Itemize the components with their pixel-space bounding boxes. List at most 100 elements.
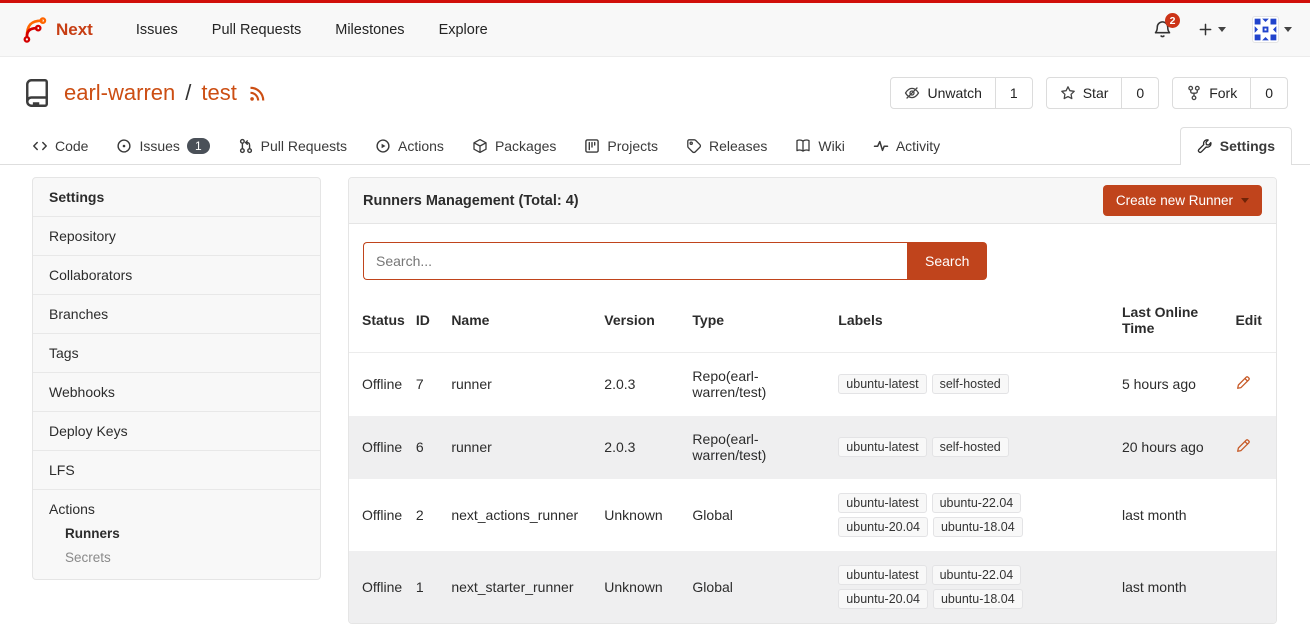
edit-runner-button[interactable] bbox=[1235, 438, 1251, 454]
notification-count-badge: 2 bbox=[1165, 13, 1180, 28]
table-row: Offline 6 runner 2.0.3 Repo(earl-warren/… bbox=[349, 416, 1276, 479]
sidebar-item-tags[interactable]: Tags bbox=[33, 334, 320, 373]
tab-label: Packages bbox=[495, 138, 556, 154]
runner-id: 7 bbox=[416, 353, 451, 416]
star-label: Star bbox=[1083, 85, 1109, 101]
unwatch-button[interactable]: Unwatch bbox=[891, 78, 994, 108]
runner-type: Repo(earl-warren/test) bbox=[692, 353, 838, 416]
book-icon bbox=[795, 138, 811, 154]
create-new-dropdown[interactable] bbox=[1198, 22, 1226, 37]
forks-count[interactable]: 0 bbox=[1250, 78, 1287, 108]
column-last-online-time: Last Online Time bbox=[1122, 284, 1235, 353]
tab-label: Activity bbox=[896, 138, 940, 154]
runner-labels: ubuntu-latest ubuntu-22.04 ubuntu-20.04 … bbox=[838, 491, 1050, 539]
fork-button[interactable]: Fork bbox=[1173, 78, 1250, 108]
breadcrumb-separator: / bbox=[185, 80, 191, 106]
sidebar-item-secrets[interactable]: Secrets bbox=[49, 541, 304, 565]
watchers-count[interactable]: 1 bbox=[995, 78, 1032, 108]
panel-header: Runners Management (Total: 4) Create new… bbox=[349, 178, 1276, 224]
avatar bbox=[1252, 16, 1279, 43]
tab-code[interactable]: Code bbox=[18, 128, 102, 164]
wrench-icon bbox=[1197, 138, 1213, 154]
brand-name: Next bbox=[56, 20, 93, 40]
label-chip: self-hosted bbox=[932, 374, 1009, 394]
watch-button-group: Unwatch 1 bbox=[890, 77, 1032, 109]
nav-link-pull-requests[interactable]: Pull Requests bbox=[195, 22, 318, 38]
tab-packages[interactable]: Packages bbox=[458, 128, 570, 164]
column-type: Type bbox=[692, 284, 838, 353]
tab-issues[interactable]: Issues 1 bbox=[102, 128, 223, 164]
runner-status: Offline bbox=[349, 479, 416, 551]
repo-owner-link[interactable]: earl-warren bbox=[64, 80, 175, 106]
label-chip: ubuntu-22.04 bbox=[932, 493, 1022, 513]
column-version: Version bbox=[604, 284, 692, 353]
table-row: Offline 7 runner 2.0.3 Repo(earl-warren/… bbox=[349, 353, 1276, 416]
star-icon bbox=[1060, 85, 1076, 101]
sidebar-item-webhooks[interactable]: Webhooks bbox=[33, 373, 320, 412]
repo-tabs: Code Issues 1 Pull Requests Actions bbox=[0, 123, 1310, 165]
runner-labels: ubuntu-latest self-hosted bbox=[838, 435, 1050, 459]
repo-breadcrumb: earl-warren / test bbox=[64, 80, 266, 106]
label-chip: ubuntu-latest bbox=[838, 493, 926, 513]
runners-table: Status ID Name Version Type Labels Last … bbox=[349, 284, 1276, 623]
pulse-icon bbox=[873, 138, 889, 154]
tab-label: Wiki bbox=[818, 138, 844, 154]
edit-runner-button[interactable] bbox=[1235, 375, 1251, 391]
stars-count[interactable]: 0 bbox=[1121, 78, 1158, 108]
tab-projects[interactable]: Projects bbox=[570, 128, 672, 164]
runner-name: runner bbox=[451, 416, 604, 479]
create-new-runner-button[interactable]: Create new Runner bbox=[1103, 185, 1262, 216]
sidebar-item-runners[interactable]: Runners bbox=[49, 517, 304, 541]
runners-panel: Runners Management (Total: 4) Create new… bbox=[348, 177, 1277, 624]
fork-icon bbox=[1186, 85, 1202, 101]
runner-last-online: 5 hours ago bbox=[1122, 353, 1235, 416]
forgejo-logo-icon bbox=[18, 15, 48, 45]
star-button[interactable]: Star bbox=[1047, 78, 1122, 108]
runner-last-online: last month bbox=[1122, 551, 1235, 623]
tab-pull-requests[interactable]: Pull Requests bbox=[224, 128, 361, 164]
sidebar-header-settings: Settings bbox=[33, 178, 320, 217]
tab-activity[interactable]: Activity bbox=[859, 128, 954, 164]
tab-label: Releases bbox=[709, 138, 767, 154]
tab-actions[interactable]: Actions bbox=[361, 128, 458, 164]
runner-name: next_actions_runner bbox=[451, 479, 604, 551]
runner-labels: ubuntu-latest self-hosted bbox=[838, 372, 1050, 396]
nav-link-issues[interactable]: Issues bbox=[119, 22, 195, 38]
user-menu-dropdown[interactable] bbox=[1252, 16, 1292, 43]
runner-version: 2.0.3 bbox=[604, 416, 692, 479]
label-chip: ubuntu-22.04 bbox=[932, 565, 1022, 585]
nav-link-explore[interactable]: Explore bbox=[422, 22, 505, 38]
sidebar-item-actions[interactable]: Actions bbox=[49, 501, 304, 517]
runner-status: Offline bbox=[349, 353, 416, 416]
nav-link-milestones[interactable]: Milestones bbox=[318, 22, 421, 38]
repo-name-link[interactable]: test bbox=[201, 80, 236, 106]
runner-name: runner bbox=[451, 353, 604, 416]
tab-wiki[interactable]: Wiki bbox=[781, 128, 858, 164]
label-chip: ubuntu-latest bbox=[838, 565, 926, 585]
notifications-button[interactable]: 2 bbox=[1153, 20, 1172, 39]
sidebar-item-lfs[interactable]: LFS bbox=[33, 451, 320, 490]
runner-status: Offline bbox=[349, 416, 416, 479]
plus-icon bbox=[1198, 22, 1213, 37]
create-new-runner-label: Create new Runner bbox=[1116, 193, 1233, 208]
forgejo-logo[interactable]: Next bbox=[18, 15, 93, 45]
search-input[interactable] bbox=[363, 242, 907, 280]
chevron-down-icon bbox=[1241, 198, 1249, 203]
tab-label: Projects bbox=[607, 138, 658, 154]
runner-labels: ubuntu-latest ubuntu-22.04 ubuntu-20.04 … bbox=[838, 563, 1050, 611]
rss-icon[interactable] bbox=[249, 85, 266, 102]
git-pull-request-icon bbox=[238, 138, 254, 154]
project-icon bbox=[584, 138, 600, 154]
sidebar-item-branches[interactable]: Branches bbox=[33, 295, 320, 334]
sidebar-item-collaborators[interactable]: Collaborators bbox=[33, 256, 320, 295]
search-button[interactable]: Search bbox=[907, 242, 987, 280]
tab-settings[interactable]: Settings bbox=[1180, 127, 1292, 165]
sidebar-item-repository[interactable]: Repository bbox=[33, 217, 320, 256]
runner-type: Repo(earl-warren/test) bbox=[692, 416, 838, 479]
runner-version: Unknown bbox=[604, 551, 692, 623]
tab-releases[interactable]: Releases bbox=[672, 128, 781, 164]
runner-last-online: last month bbox=[1122, 479, 1235, 551]
runner-search-bar: Search bbox=[349, 224, 1276, 284]
sidebar-item-deploy-keys[interactable]: Deploy Keys bbox=[33, 412, 320, 451]
settings-content: Settings Repository Collaborators Branch… bbox=[0, 165, 1310, 624]
